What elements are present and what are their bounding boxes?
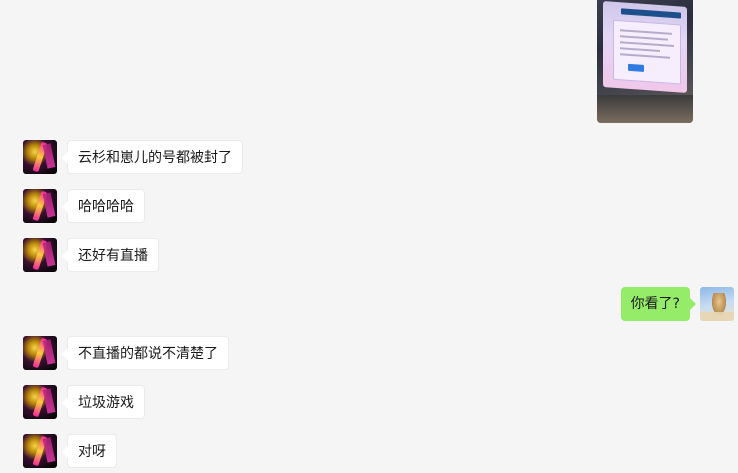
chat-message-area[interactable]: 云杉和崽儿的号都被封了 哈哈哈哈 还好有直播 你看了? 不直播的都说不清楚了 垃… [0,0,738,473]
photo-screen [603,1,687,93]
contact-avatar[interactable] [23,140,57,174]
contact-avatar[interactable] [23,189,57,223]
incoming-message-bubble[interactable]: 哈哈哈哈 [62,189,145,223]
incoming-message-bubble[interactable]: 对呀 [62,434,117,468]
contact-avatar[interactable] [23,336,57,370]
contact-avatar[interactable] [23,434,57,468]
outgoing-message-bubble[interactable]: 你看了? [620,287,697,321]
incoming-message-bubble[interactable]: 不直播的都说不清楚了 [62,336,229,370]
my-avatar[interactable] [700,287,734,321]
incoming-message-bubble[interactable]: 垃圾游戏 [62,385,145,419]
contact-avatar[interactable] [23,385,57,419]
incoming-message-bubble[interactable]: 还好有直播 [62,238,159,272]
contact-avatar[interactable] [23,238,57,272]
incoming-message-bubble[interactable]: 云杉和崽儿的号都被封了 [62,140,243,174]
image-message[interactable] [597,0,693,123]
message-row: 你看了? [434,287,734,321]
